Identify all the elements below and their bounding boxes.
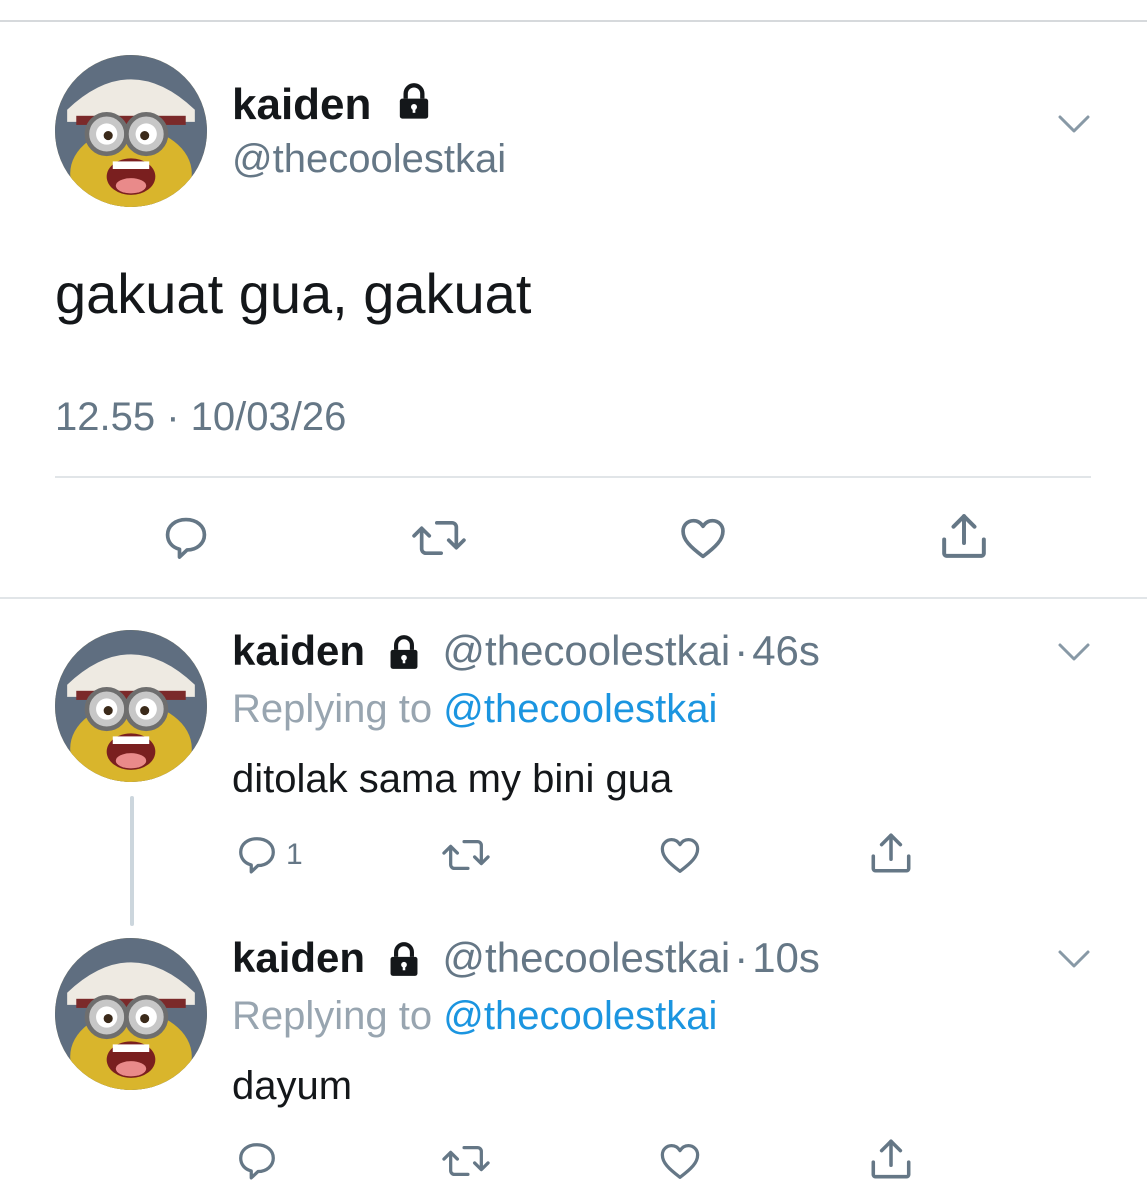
share-button[interactable] (866, 828, 916, 878)
retweet-button[interactable] (410, 512, 468, 564)
handle[interactable]: @thecoolestkai (232, 136, 506, 182)
avatar[interactable] (55, 630, 207, 782)
reply-icon (239, 1143, 275, 1180)
separator: · (734, 627, 749, 674)
timestamp[interactable]: 12.55 · 10/03/26 (55, 394, 346, 440)
separator: · (734, 934, 749, 981)
chevron-down-icon[interactable] (1056, 640, 1092, 669)
reply-header: kaiden @thecoolestkai·46s (232, 628, 820, 677)
avatar[interactable] (55, 55, 207, 207)
reply-button[interactable] (234, 1138, 280, 1184)
display-name[interactable]: kaiden (232, 80, 434, 133)
avatar[interactable] (55, 938, 207, 1090)
tweet-text: dayum (232, 1064, 353, 1108)
display-name[interactable]: kaiden (232, 934, 365, 981)
replying-to: Replying to @thecoolestkai (232, 686, 717, 732)
display-name-text[interactable]: kaiden (232, 80, 371, 129)
minion-avatar-image (55, 938, 207, 1090)
like-icon (660, 1144, 700, 1179)
lock-icon (385, 631, 423, 677)
divider (55, 476, 1091, 478)
retweet-icon (442, 839, 490, 871)
top-divider (0, 20, 1147, 22)
handle[interactable]: @thecoolestkai (442, 627, 730, 674)
reply-button[interactable]: 1 (234, 832, 303, 878)
like-button[interactable] (676, 512, 730, 564)
lock-icon (394, 82, 434, 133)
retweet-button[interactable] (440, 1138, 492, 1184)
reply-button[interactable] (160, 512, 212, 564)
lock-icon (385, 938, 423, 984)
display-name[interactable]: kaiden (232, 627, 365, 674)
like-button[interactable] (656, 832, 704, 878)
handle[interactable]: @thecoolestkai (442, 934, 730, 981)
relative-time[interactable]: 10s (752, 934, 820, 981)
retweet-icon (442, 1145, 490, 1177)
share-button[interactable] (936, 508, 992, 564)
tweet-text: ditolak sama my bini gua (232, 757, 673, 801)
tweet-text: gakuat gua, gakuat (55, 262, 532, 325)
like-icon (681, 518, 725, 559)
like-button[interactable] (656, 1138, 704, 1184)
like-icon (660, 838, 700, 873)
reply-icon (165, 517, 207, 559)
retweet-button[interactable] (440, 832, 492, 878)
chevron-down-icon[interactable] (1056, 112, 1092, 141)
replying-to-link[interactable]: @thecoolestkai (443, 994, 717, 1038)
share-icon (871, 1139, 911, 1179)
minion-avatar-image (55, 630, 207, 782)
share-icon (942, 514, 986, 558)
reply-header: kaiden @thecoolestkai·10s (232, 935, 820, 984)
share-button[interactable] (866, 1134, 916, 1184)
replying-to-link[interactable]: @thecoolestkai (443, 687, 717, 731)
reply-count: 1 (286, 838, 303, 871)
minion-avatar-image (55, 55, 207, 207)
reply-icon (239, 837, 275, 874)
replying-to: Replying to @thecoolestkai (232, 993, 717, 1039)
replying-prefix: Replying to (232, 687, 433, 731)
retweet-icon (412, 520, 466, 556)
section-divider (0, 597, 1147, 599)
share-icon (871, 833, 911, 873)
thread-connector-line (130, 796, 134, 926)
relative-time[interactable]: 46s (752, 627, 820, 674)
chevron-down-icon[interactable] (1056, 947, 1092, 976)
replying-prefix: Replying to (232, 994, 433, 1038)
